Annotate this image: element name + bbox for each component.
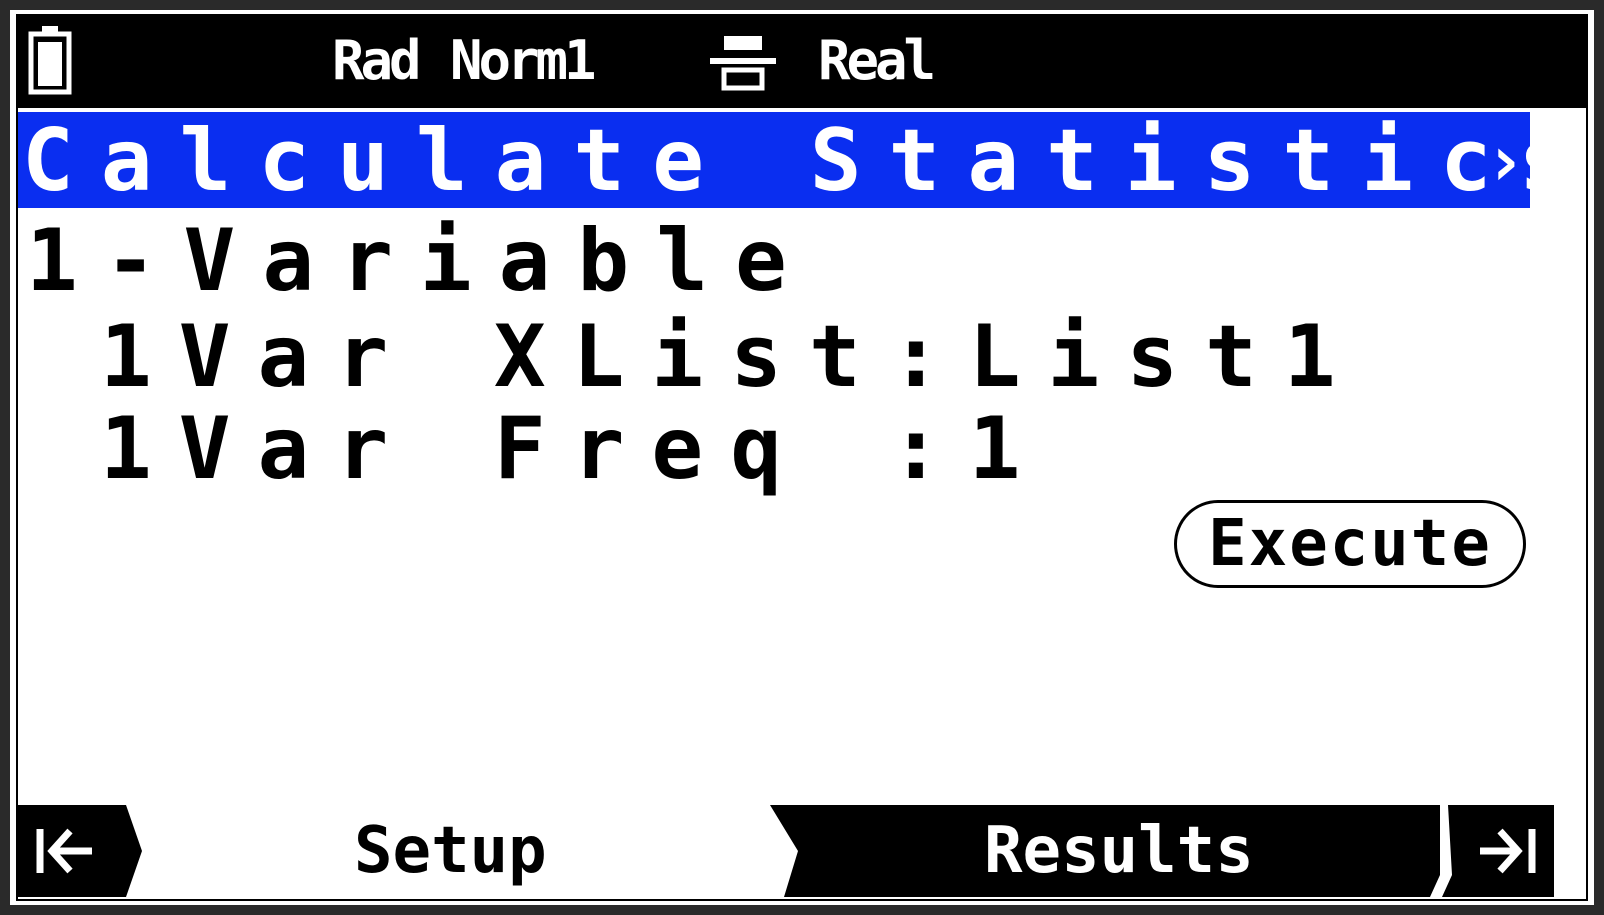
angle-mode-indicator: Rad <box>332 29 422 92</box>
battery-icon <box>28 26 72 95</box>
tab-bar-graphic <box>18 805 1554 897</box>
calculation-type[interactable]: 1-Variable <box>26 216 814 306</box>
status-bar: Rad Norm1 Real <box>18 16 1586 108</box>
execute-button[interactable]: Execute <box>1174 500 1526 588</box>
page-title: Calculate Statistics <box>22 111 1598 211</box>
display-mode-indicator: Norm1 <box>450 29 597 92</box>
title-more-icon: › <box>1484 120 1527 202</box>
tab-results[interactable]: Results <box>984 815 1254 887</box>
next-tab-button[interactable] <box>1442 803 1554 899</box>
calculator-screen: Rad Norm1 Real Calculate Statistics › 1-… <box>0 0 1604 915</box>
freq-value[interactable]: :1 <box>890 404 1048 494</box>
freq-label: 1Var Freq <box>100 399 809 499</box>
tab-setup[interactable]: Setup <box>354 815 547 887</box>
xlist-label: 1Var XList <box>100 307 888 407</box>
tab-bar: Setup Results <box>18 803 1586 899</box>
math-input-icon <box>710 36 776 91</box>
title-bar: Calculate Statistics › <box>18 112 1571 208</box>
complex-mode-indicator: Real <box>818 29 936 92</box>
prev-tab-button[interactable] <box>18 803 142 899</box>
xlist-value[interactable]: :List1 <box>890 312 1363 402</box>
screen-inner: Rad Norm1 Real Calculate Statistics › 1-… <box>16 14 1588 901</box>
